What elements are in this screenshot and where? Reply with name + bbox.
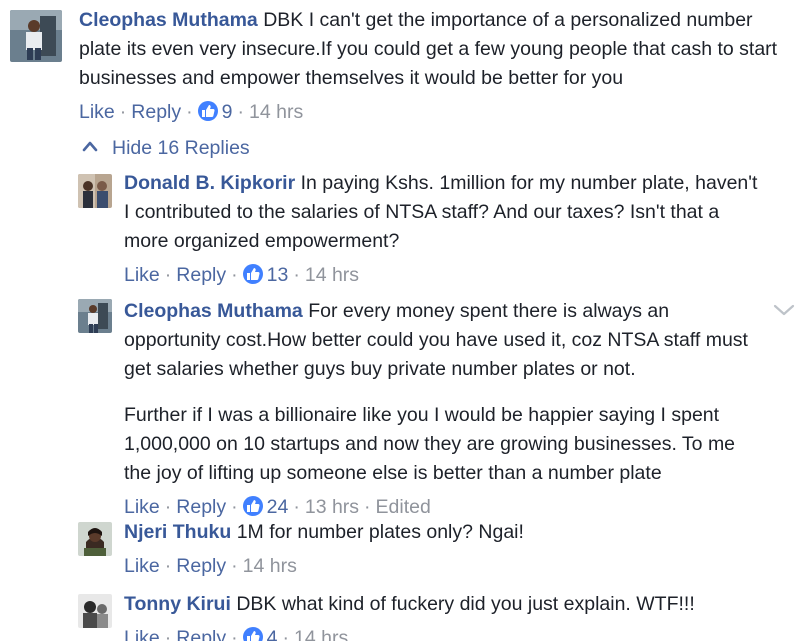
reply-body-paragraph: Further if I was a billionaire like you … — [124, 401, 764, 488]
like-button[interactable]: Like — [124, 264, 160, 286]
comment-actions: Like · Reply · 9 · 14 hrs — [79, 101, 304, 123]
chevron-down-icon[interactable] — [771, 300, 797, 320]
reply-actions: Like · Reply · 24 · 13 hrs · Edited — [124, 496, 431, 518]
author-name[interactable]: Tonny Kirui — [124, 593, 231, 615]
edited-label[interactable]: Edited — [376, 496, 431, 518]
avatar[interactable] — [78, 299, 112, 333]
reply-button[interactable]: Reply — [131, 101, 181, 123]
comment-body: Cleophas Muthama DBK I can't get the imp… — [79, 6, 791, 93]
avatar[interactable] — [78, 594, 112, 628]
reaction-count[interactable]: 9 — [222, 101, 233, 123]
reply-actions: Like · Reply · 14 hrs — [124, 555, 297, 577]
hide-replies-label[interactable]: Hide 16 Replies — [112, 137, 250, 159]
reply-button[interactable]: Reply — [176, 496, 226, 518]
hide-replies-link[interactable]: Hide 16 Replies — [82, 132, 250, 162]
reaction-count[interactable]: 24 — [267, 496, 289, 518]
reply: Donald B. Kipkorir In paying Kshs. 1mill… — [124, 169, 764, 289]
reply-actions: Like · Reply · 13 · 14 hrs — [124, 264, 360, 286]
author-name[interactable]: Cleophas Muthama — [79, 9, 258, 31]
reaction-count[interactable]: 4 — [267, 627, 278, 641]
comment-thread: Cleophas Muthama DBK I can't get the imp… — [0, 0, 800, 641]
avatar[interactable] — [78, 522, 112, 556]
reply-text: DBK what kind of fuckery did you just ex… — [236, 593, 695, 615]
reply-button[interactable]: Reply — [176, 264, 226, 286]
like-button[interactable]: Like — [124, 555, 160, 577]
thumbs-up-icon[interactable] — [242, 496, 263, 516]
reply-body: Cleophas Muthama For every money spent t… — [124, 297, 764, 384]
thumbs-up-icon[interactable] — [242, 264, 263, 284]
timestamp[interactable]: 14 hrs — [249, 101, 303, 123]
thumbs-up-icon[interactable] — [242, 627, 263, 641]
reply-button[interactable]: Reply — [176, 555, 226, 577]
timestamp[interactable]: 14 hrs — [243, 555, 297, 577]
avatar[interactable] — [78, 174, 112, 208]
reply-text: Further if I was a billionaire like you … — [124, 404, 741, 484]
author-name[interactable]: Njeri Thuku — [124, 521, 231, 543]
reply: Tonny Kirui DBK what kind of fuckery did… — [124, 590, 764, 641]
reply: Cleophas Muthama For every money spent t… — [124, 297, 764, 521]
reply-actions: Like · Reply · 4 · 14 hrs — [124, 624, 764, 641]
chevron-up-icon — [82, 132, 98, 152]
reaction-count[interactable]: 13 — [267, 264, 289, 286]
reply-body: Tonny Kirui DBK what kind of fuckery did… — [124, 590, 764, 619]
timestamp[interactable]: 13 hrs — [305, 496, 359, 518]
like-button[interactable]: Like — [124, 496, 160, 518]
comment: Cleophas Muthama DBK I can't get the imp… — [79, 6, 791, 126]
avatar[interactable] — [10, 10, 62, 62]
reply-body: Njeri Thuku 1M for number plates only? N… — [124, 518, 764, 547]
thumbs-up-icon[interactable] — [197, 101, 218, 121]
reply: Njeri Thuku 1M for number plates only? N… — [124, 518, 764, 580]
like-button[interactable]: Like — [124, 627, 160, 641]
reply-text: 1M for number plates only? Ngai! — [236, 521, 524, 543]
reply-button[interactable]: Reply — [176, 627, 226, 641]
timestamp[interactable]: 14 hrs — [294, 627, 348, 641]
like-button[interactable]: Like — [79, 101, 115, 123]
timestamp[interactable]: 14 hrs — [305, 264, 359, 286]
reply-body: Donald B. Kipkorir In paying Kshs. 1mill… — [124, 169, 764, 256]
author-name[interactable]: Cleophas Muthama — [124, 300, 303, 322]
author-name[interactable]: Donald B. Kipkorir — [124, 172, 295, 194]
